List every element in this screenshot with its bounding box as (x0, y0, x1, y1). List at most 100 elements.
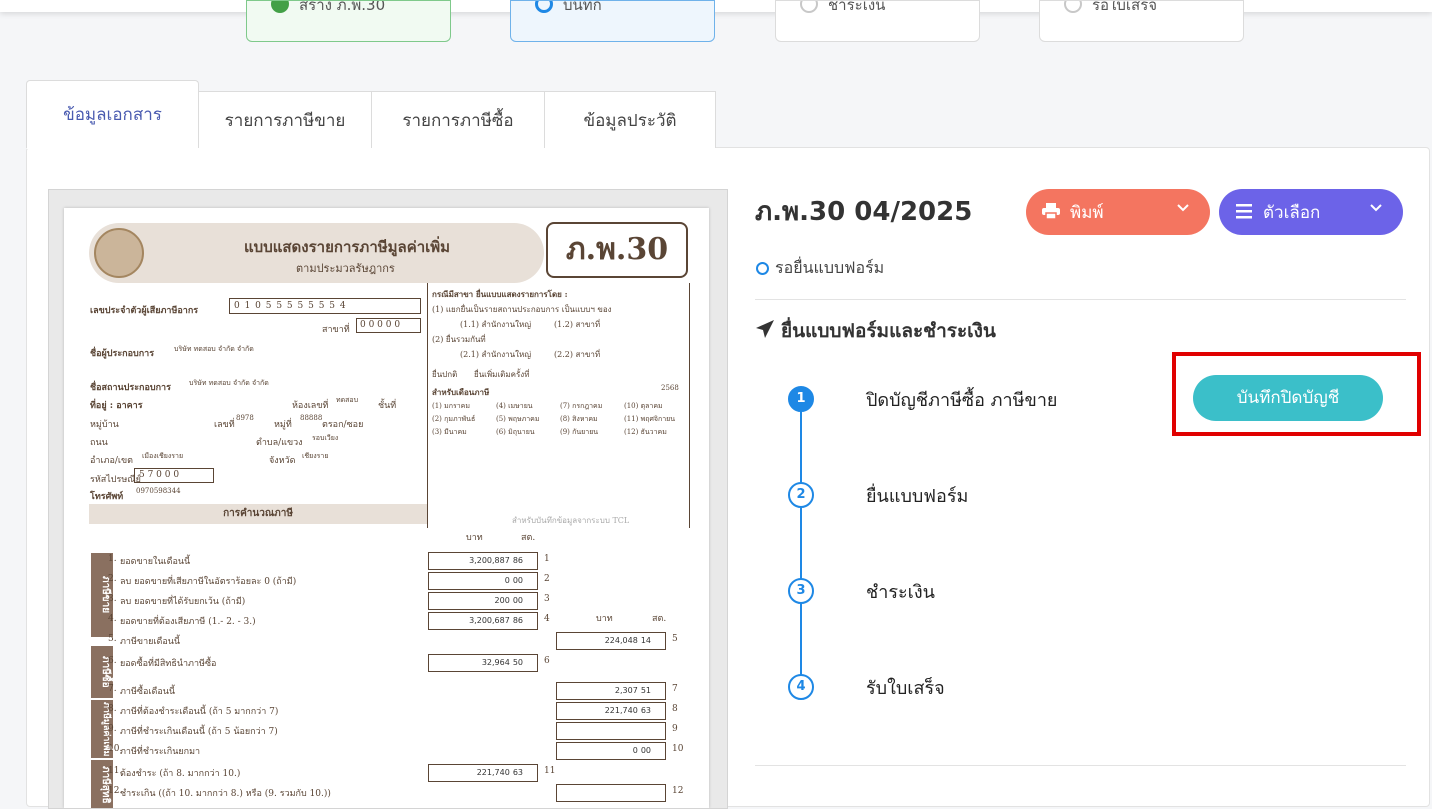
printer-icon (1042, 203, 1060, 223)
moo-value: 88888 (300, 414, 323, 422)
pending-step-icon (800, 1, 818, 13)
room-value: ทดสอบ (336, 396, 359, 404)
baht-header-right: บาท (596, 614, 613, 624)
calc-line-label: ลบ ยอดขายที่ได้รับยกเว้น (ถ้ามี) (120, 597, 246, 607)
branch-case-text: กรณีมีสาขา ยื่นแบบแสดงรายการโดย : (432, 289, 568, 299)
month-feb: (2) กุมภาพันธ์ (432, 415, 476, 423)
print-button[interactable]: พิมพ์ (1026, 189, 1210, 235)
calc-line-label: ภาษีซื้อเดือนนี้ (120, 687, 176, 697)
chevron-down-icon[interactable] (1176, 200, 1190, 218)
amount-baht: 32,964 (481, 658, 510, 667)
step-label: บันทึก (563, 0, 602, 14)
form-subheading: ตามประมวลรัษฎากร (296, 262, 395, 275)
calc-line-label: ภาษีขายเดือนนี้ (120, 637, 181, 647)
section-title: ยื่นแบบฟอร์มและชำระเงิน (755, 316, 996, 346)
village-label: หมู่บ้าน (90, 420, 119, 430)
amount-satang: 51 (640, 686, 651, 695)
moo-label: หมู่ที่ (274, 420, 292, 430)
calc-line-number: 8. (108, 704, 117, 714)
status-dot-icon (756, 262, 769, 275)
status-indicator: รอยื่นแบบฟอร์ม (756, 256, 884, 281)
form-divider (689, 283, 690, 528)
phone-label: โทรศัพท์ (90, 492, 124, 502)
house-no-label: เลขที่ (214, 420, 235, 430)
calc-line-ref: 4 (544, 614, 550, 624)
month-sep: (9) กันยายน (560, 428, 599, 436)
option-2-1-text: (2.1) สำนักงานใหญ่ (460, 350, 532, 359)
floor-label: ชั้นที่ (378, 401, 397, 411)
subdistrict-value: รอบเวียง (312, 434, 339, 442)
step-label: สร้าง ภ.พ.30 (299, 0, 386, 14)
satang-header: สต. (521, 533, 536, 543)
current-step-icon (535, 1, 553, 13)
house-no-value: 8978 (236, 414, 254, 422)
calc-line-amount: 3,200,687 86 (428, 612, 538, 630)
timeline-step-4: 4 (788, 674, 814, 700)
province-value: เชียงราย (302, 452, 329, 460)
timeline-label-payment: ชำระเงิน (866, 582, 935, 603)
calc-line-number: 4. (108, 614, 117, 624)
phone-value: 0970598344 (136, 487, 181, 495)
send-icon (755, 319, 775, 344)
amount-baht: 3,200,887 (469, 556, 510, 565)
timeline-step-2: 2 (788, 482, 814, 508)
calc-line-label: ยอดขายในเดือนนี้ (120, 557, 191, 567)
calc-line-ref: 12 (672, 786, 684, 796)
step-card-save: บันทึก (510, 0, 715, 42)
chevron-down-icon[interactable] (1369, 200, 1383, 218)
options-label: ตัวเลือก (1263, 202, 1321, 223)
calc-line-ref: 2 (544, 574, 550, 584)
calc-line-number: 10. (108, 744, 123, 754)
step-label: ชำระเงิน (828, 0, 886, 14)
option-2-text: (2) ยื่นรวมกันที่ (432, 335, 486, 344)
timeline-label-close-accounts: ปิดบัญชีภาษีซื้อ ภาษีขาย (866, 390, 1058, 411)
option-1-1-text: (1.1) สำนักงานใหญ่ (460, 320, 532, 329)
month-jul: (7) กรกฎาคม (560, 402, 603, 410)
calculation-title: การคำนวณภาษี (89, 504, 427, 524)
soi-label: ตรอก/ซอย (322, 420, 364, 430)
calc-line-label: ชำระเกิน ((ถ้า 10. มากกว่า 8.) หรือ (9. … (120, 789, 331, 799)
filing-extra-text: ยื่นเพิ่มเติมครั้งที่ (474, 370, 530, 379)
document-title: ภ.พ.30 04/2025 (755, 197, 973, 227)
amount-baht: 3,200,687 (469, 616, 510, 625)
form-code-badge: ภ.พ.30 (546, 222, 688, 278)
step-label: รอใบเสร็จ (1092, 0, 1158, 14)
tab-history[interactable]: ข้อมูลประวัติ (544, 91, 716, 148)
amount-satang: 00 (512, 576, 523, 585)
month-dec: (12) ธันวาคม (624, 428, 667, 436)
option-1-2-text: (1.2) สาขาที่ (554, 320, 601, 329)
tax-year-value: 2568 (661, 384, 679, 392)
calc-line-number: 7. (108, 684, 117, 694)
amount-satang: 86 (512, 556, 523, 565)
month-jan: (1) มกราคม (432, 402, 470, 410)
branch-label: สาขาที่ (322, 325, 350, 335)
calc-line-label: ยอดซื้อที่มีสิทธินำภาษีซื้อ (120, 659, 217, 669)
month-nov: (11) พฤศจิกายน (624, 415, 676, 423)
place-label: ชื่อสถานประกอบการ (90, 383, 171, 393)
amount-satang: 86 (512, 616, 523, 625)
month-jun: (6) มิถุนายน (496, 428, 535, 436)
calc-line-ref: 9 (672, 724, 678, 734)
calc-line-label: ภาษีที่ชำระเกินยกมา (120, 747, 201, 757)
calc-line-number: 1. (108, 554, 117, 564)
amount-baht: 224,048 (604, 636, 638, 645)
filing-normal-text: ยื่นปกติ (432, 370, 458, 379)
calc-line-amount: 0 00 (556, 742, 666, 760)
tab-document-info[interactable]: ข้อมูลเอกสาร (26, 80, 199, 148)
document-preview[interactable]: แบบแสดงรายการภาษีมูลค่าเพิ่ม ตามประมวลรั… (48, 189, 728, 809)
tab-sales-tax[interactable]: รายการภาษีขาย (198, 91, 372, 148)
month-mar: (3) มีนาคม (432, 428, 467, 436)
road-label: ถนน (90, 438, 108, 448)
calc-line-amount: 200 00 (428, 592, 538, 610)
operator-label: ชื่อผู้ประกอบการ (90, 349, 155, 359)
amount-baht: 221,740 (476, 768, 510, 777)
menu-icon (1235, 203, 1253, 223)
calc-line-amount: 3,200,887 86 (428, 552, 538, 570)
calc-line-label: ยอดขายที่ต้องเสียภาษี (1.- 2. - 3.) (120, 617, 256, 627)
calc-line-amount: 0 00 (428, 572, 538, 590)
calc-line-ref: 3 (544, 594, 550, 604)
calc-line-number: 5. (108, 634, 117, 644)
amount-satang: 50 (512, 658, 523, 667)
tab-purchase-tax[interactable]: รายการภาษีซื้อ (371, 91, 545, 148)
options-button[interactable]: ตัวเลือก (1219, 189, 1403, 235)
